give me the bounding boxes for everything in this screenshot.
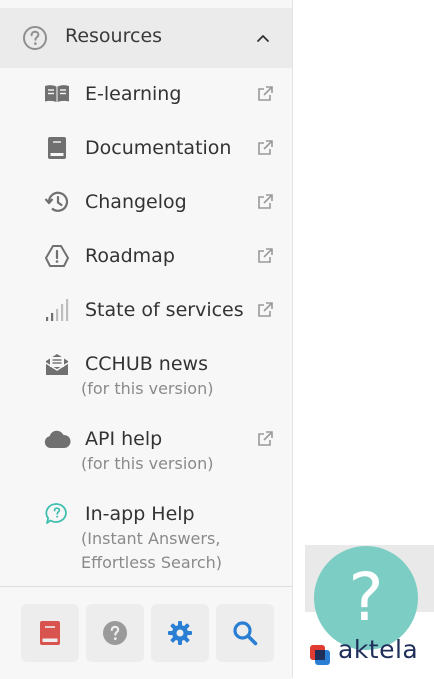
section-title: Resources <box>65 25 163 47</box>
brand-logo: aktela <box>308 635 434 667</box>
menu-item-label: Roadmap <box>85 245 175 267</box>
menu-item-subtitle: (for this version) <box>81 379 214 398</box>
menu-item-label: In-app Help <box>85 503 195 525</box>
book-icon <box>40 621 60 645</box>
menu-item-changelog[interactable]: Changelog <box>0 188 292 218</box>
cloud-icon <box>43 425 71 453</box>
question-circle-icon <box>23 26 47 50</box>
menu-item-cchub-news[interactable]: CCHUB news (for this version) <box>0 350 292 400</box>
search-button[interactable] <box>216 604 274 662</box>
chevron-up-icon[interactable] <box>255 30 271 46</box>
search-icon <box>233 621 258 646</box>
external-link-icon[interactable] <box>256 85 274 103</box>
menu-item-subtitle: (for this version) <box>81 454 214 473</box>
external-link-icon[interactable] <box>256 301 274 319</box>
menu-item-documentation[interactable]: Documentation <box>0 134 292 164</box>
external-link-icon[interactable] <box>256 193 274 211</box>
menu-item-label: Changelog <box>85 191 187 213</box>
brand-mark-icon <box>310 645 330 665</box>
gear-icon <box>168 621 192 645</box>
brand-name: aktela <box>338 635 419 664</box>
external-link-icon[interactable] <box>256 247 274 265</box>
envelope-open-icon <box>43 350 71 378</box>
menu-item-api-help[interactable]: API help (for this version) <box>0 425 292 475</box>
open-book-icon <box>43 80 71 108</box>
help-widget-symbol: ? <box>348 559 384 636</box>
chat-question-icon <box>43 500 71 528</box>
help-button[interactable] <box>86 604 144 662</box>
book-icon <box>43 134 71 162</box>
book-button[interactable] <box>21 604 79 662</box>
question-circle-icon <box>103 621 127 645</box>
signal-bars-icon <box>43 296 71 324</box>
menu-item-label: Documentation <box>85 137 232 159</box>
menu-item-label: E-learning <box>85 83 182 105</box>
menu-item-label: API help <box>85 428 163 450</box>
bottom-toolbar <box>0 586 292 679</box>
menu-item-state-of-services[interactable]: State of services <box>0 296 292 326</box>
external-link-icon[interactable] <box>256 139 274 157</box>
menu-item-in-app-help[interactable]: In-app Help (Instant Answers, Effortless… <box>0 500 292 576</box>
menu-item-label: State of services <box>85 299 244 321</box>
menu-item-subtitle-line2: Effortless Search) <box>81 553 223 572</box>
settings-button[interactable] <box>151 604 209 662</box>
history-icon <box>43 188 71 216</box>
warning-sign-icon <box>43 242 71 270</box>
menu-item-roadmap[interactable]: Roadmap <box>0 242 292 272</box>
external-link-icon[interactable] <box>256 430 274 448</box>
sidebar: Resources E-learning Documentation Chang… <box>0 0 293 679</box>
menu-item-e-learning[interactable]: E-learning <box>0 80 292 110</box>
menu-item-label: CCHUB news <box>85 353 208 375</box>
menu-item-subtitle-line1: (Instant Answers, <box>81 529 221 548</box>
resources-section-header[interactable]: Resources <box>0 8 292 68</box>
